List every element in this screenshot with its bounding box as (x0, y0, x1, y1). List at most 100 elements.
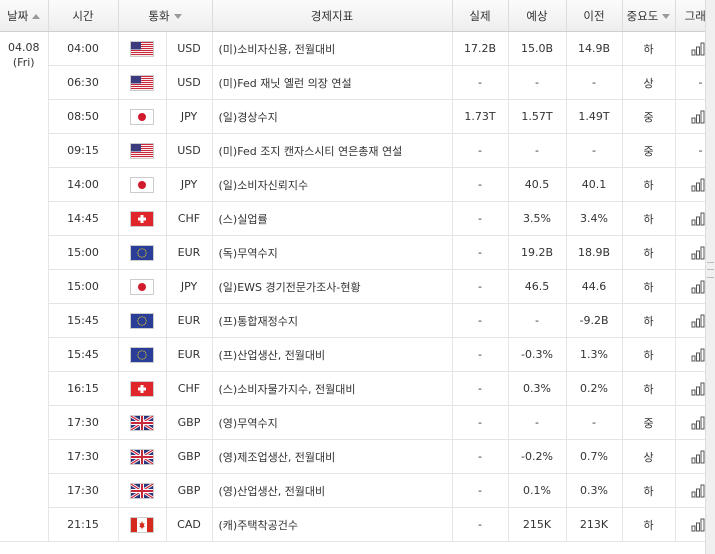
header-importance[interactable]: 중요도 (622, 0, 676, 32)
currency-cell: JPY (166, 99, 213, 134)
indicator-cell[interactable]: (영)산업생산, 전월대비 (212, 473, 453, 508)
eu-flag-icon (131, 313, 153, 328)
time-cell: 17:30 (48, 473, 119, 508)
actual-cell: - (452, 201, 509, 236)
flag-cell (118, 201, 167, 236)
importance-cell: 하 (622, 473, 676, 508)
time-cell: 04:00 (48, 31, 119, 66)
forecast-cell: 40.5 (508, 167, 567, 202)
header-currency[interactable]: 통화 (118, 0, 213, 32)
actual-cell: - (452, 133, 509, 168)
indicator-cell[interactable]: (일)EWS 경기전문가조사-현황 (212, 269, 453, 304)
bar-chart-icon[interactable] (691, 378, 706, 399)
flag-cell (118, 269, 167, 304)
indicator-cell[interactable]: (스)실업률 (212, 201, 453, 236)
importance-cell: 중 (622, 99, 676, 134)
previous-cell: - (566, 133, 623, 168)
importance-cell: 하 (622, 507, 676, 542)
table-row: 21:15 CAD (캐)주택착공건수 -215K 213K 하 (0, 507, 706, 542)
importance-cell: 하 (622, 201, 676, 236)
flag-cell (118, 405, 167, 440)
actual-cell: - (452, 167, 509, 202)
time-cell: 08:50 (48, 99, 119, 134)
jp-flag-icon (131, 109, 153, 124)
indicator-cell[interactable]: (미)Fed 조지 캔자스시티 연은총재 연설 (212, 133, 453, 168)
header-previous: 이전 (566, 0, 623, 32)
bar-chart-icon[interactable] (691, 106, 706, 127)
indicator-cell[interactable]: (스)소비자물가지수, 전월대비 (212, 371, 453, 406)
indicator-cell[interactable]: (일)소비자신뢰지수 (212, 167, 453, 202)
forecast-cell: 0.1% (508, 473, 567, 508)
scrollbar[interactable] (705, 0, 715, 554)
currency-cell: GBP (166, 405, 213, 440)
currency-cell: JPY (166, 269, 213, 304)
currency-cell: USD (166, 65, 213, 100)
currency-cell: EUR (166, 337, 213, 372)
time-cell: 16:15 (48, 371, 119, 406)
previous-cell: 1.3% (566, 337, 623, 372)
forecast-cell: 15.0B (508, 31, 567, 66)
currency-cell: EUR (166, 303, 213, 338)
indicator-cell[interactable]: (프)통합재정수지 (212, 303, 453, 338)
bar-chart-icon[interactable] (691, 412, 706, 433)
importance-cell: 하 (622, 371, 676, 406)
bar-chart-icon[interactable] (691, 310, 706, 331)
bar-chart-icon[interactable] (691, 174, 706, 195)
header-date[interactable]: 날짜 (0, 0, 49, 32)
importance-cell: 하 (622, 31, 676, 66)
bar-chart-icon[interactable] (691, 514, 706, 535)
ca-flag-icon (131, 517, 153, 532)
time-cell: 21:15 (48, 507, 119, 542)
calendar-table: 날짜 시간 통화 경제지표 실제 예상 이전 중요도 그래프 04.08 (Fri… (0, 0, 706, 542)
graph-cell (675, 269, 706, 304)
us-flag-icon (131, 143, 153, 158)
indicator-cell[interactable]: (영)제조업생산, 전월대비 (212, 439, 453, 474)
eu-flag-icon (131, 347, 153, 362)
bar-chart-icon[interactable] (691, 344, 706, 365)
currency-cell: CAD (166, 507, 213, 542)
indicator-cell[interactable]: (미)소비자신용, 전월대비 (212, 31, 453, 66)
header-indicator: 경제지표 (212, 0, 453, 32)
currency-cell: JPY (166, 167, 213, 202)
actual-cell: - (452, 337, 509, 372)
us-flag-icon (131, 41, 153, 56)
indicator-cell[interactable]: (미)Fed 재닛 옐런 의장 연설 (212, 65, 453, 100)
bar-chart-icon[interactable] (691, 208, 706, 229)
flag-cell (118, 507, 167, 542)
time-cell: 15:45 (48, 337, 119, 372)
jp-flag-icon (131, 177, 153, 192)
flag-cell (118, 371, 167, 406)
time-cell: 06:30 (48, 65, 119, 100)
header-row: 날짜 시간 통화 경제지표 실제 예상 이전 중요도 그래프 (0, 0, 706, 32)
forecast-cell: 0.3% (508, 371, 567, 406)
indicator-cell[interactable]: (프)산업생산, 전월대비 (212, 337, 453, 372)
bar-chart-icon[interactable] (691, 242, 706, 263)
previous-cell: -9.2B (566, 303, 623, 338)
day-text: (Fri) (12, 56, 35, 69)
graph-cell (675, 507, 706, 542)
table-row: 15:45 EUR (프)통합재정수지 - - -9.2B 하 (0, 303, 706, 338)
importance-cell: 상 (622, 65, 676, 100)
bar-chart-icon[interactable] (691, 38, 706, 59)
forecast-cell: 215K (508, 507, 567, 542)
actual-cell: - (452, 303, 509, 338)
graph-cell (675, 99, 706, 134)
actual-cell: - (452, 235, 509, 270)
graph-cell (675, 201, 706, 236)
actual-cell: - (452, 371, 509, 406)
bar-chart-icon[interactable] (691, 276, 706, 297)
bar-chart-icon[interactable] (691, 446, 706, 467)
indicator-cell[interactable]: (캐)주택착공건수 (212, 507, 453, 542)
header-forecast: 예상 (508, 0, 567, 32)
indicator-cell[interactable]: (영)무역수지 (212, 405, 453, 440)
actual-cell: - (452, 439, 509, 474)
previous-cell: 44.6 (566, 269, 623, 304)
indicator-cell[interactable]: (독)무역수지 (212, 235, 453, 270)
importance-cell: 상 (622, 439, 676, 474)
dropdown-icon (173, 13, 182, 19)
indicator-cell[interactable]: (일)경상수지 (212, 99, 453, 134)
actual-cell: - (452, 405, 509, 440)
bar-chart-icon[interactable] (691, 480, 706, 501)
scroll-grip-icon[interactable] (707, 262, 714, 278)
flag-cell (118, 99, 167, 134)
